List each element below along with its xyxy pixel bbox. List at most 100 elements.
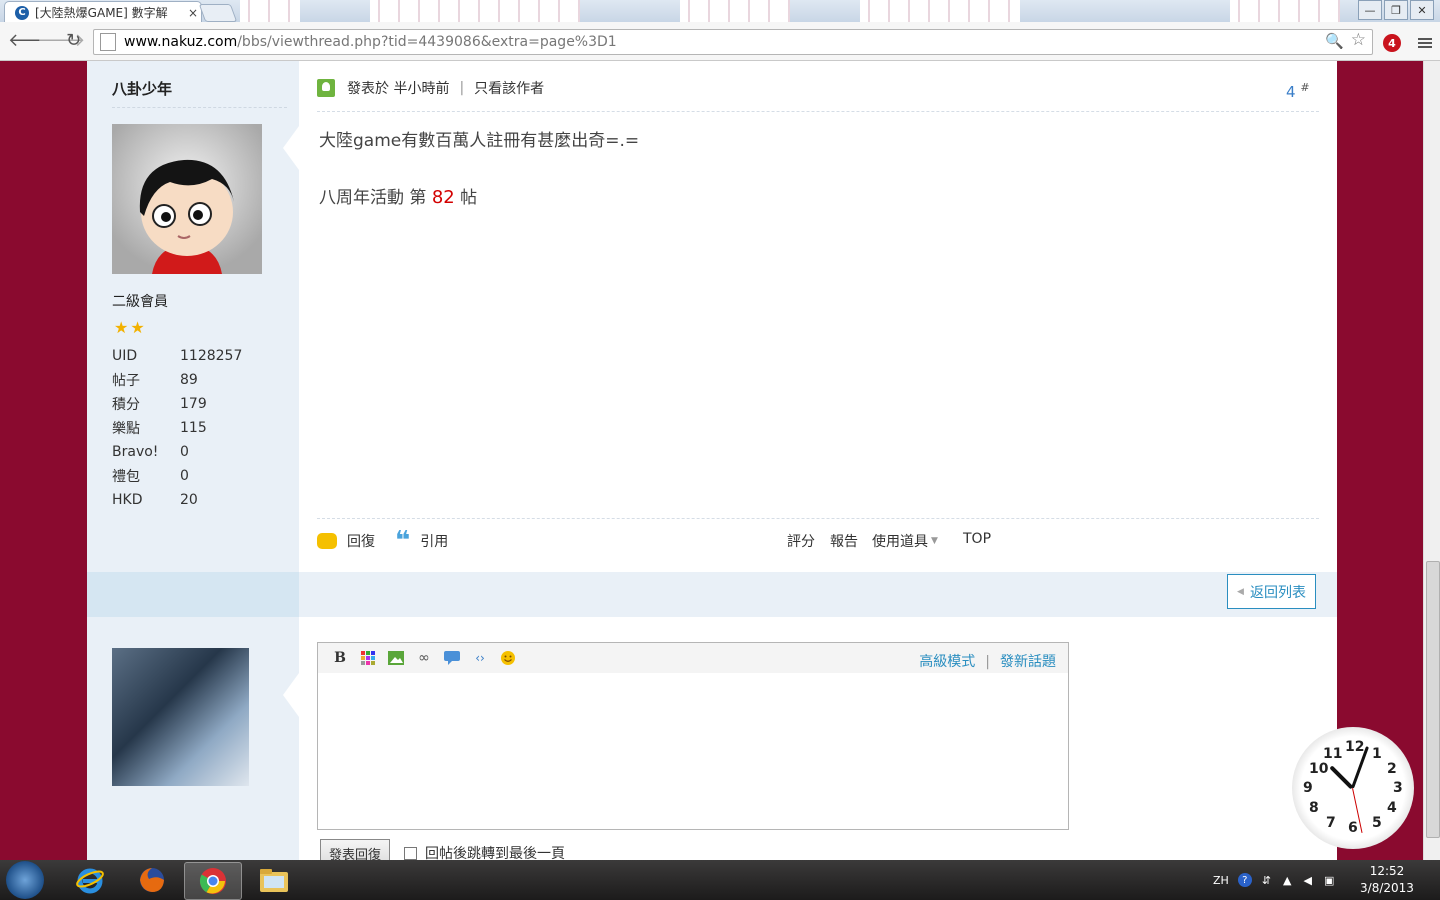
- use-tool-menu[interactable]: 使用道具 ▼: [872, 531, 938, 551]
- tab-title: [大陸熱爆GAME] 數字解: [35, 6, 168, 20]
- stat-row: HKD 20: [112, 492, 198, 508]
- code-icon[interactable]: ‹›: [468, 649, 492, 667]
- advanced-mode-link[interactable]: 高級模式: [919, 654, 975, 670]
- new-topic-link[interactable]: 發新話題: [1000, 654, 1056, 670]
- zoom-icon[interactable]: 🔍: [1325, 32, 1344, 50]
- browser-toolbar: 🡐 🡒 ↻ www.nakuz.com/bbs/viewthread.php?t…: [0, 22, 1440, 61]
- browser-tab[interactable]: C [大陸熱爆GAME] 數字解 ×: [4, 1, 202, 22]
- new-tab-button[interactable]: [198, 4, 238, 22]
- reply-button[interactable]: 回復: [317, 531, 375, 551]
- submit-row: 發表回復 回帖後跳轉到最後一頁: [320, 839, 565, 860]
- reply-bubble-icon: [317, 533, 337, 549]
- quote-block-icon[interactable]: [440, 649, 464, 667]
- quote-icon: ❝: [395, 526, 411, 556]
- chrome-menu-icon[interactable]: [1418, 36, 1432, 50]
- stat-row: 積分 179: [112, 396, 207, 413]
- system-tray: ZH ? ⇵ ▲ ◀ ▣: [1213, 860, 1334, 900]
- author-name[interactable]: 八卦少年: [112, 78, 172, 99]
- bookmark-star-icon[interactable]: ☆: [1351, 30, 1366, 50]
- window-controls: — ❐ ✕: [1358, 0, 1434, 20]
- divider: [317, 111, 1319, 112]
- minimize-icon[interactable]: —: [1358, 0, 1382, 20]
- rate-link[interactable]: 評分: [787, 531, 815, 551]
- clock-hour-hand: [1329, 765, 1354, 790]
- submit-reply-button[interactable]: 發表回復: [320, 839, 391, 860]
- author-avatar[interactable]: [112, 124, 262, 274]
- quote-button[interactable]: ❝ 引用: [395, 526, 448, 556]
- theme-decoration: [240, 0, 300, 22]
- post-actions: 回復 ❝ 引用 評分 報告 使用道具 ▼ TOP: [317, 526, 1317, 556]
- stat-row: Bravo! 0: [112, 444, 189, 460]
- band-left: [87, 572, 299, 617]
- post-body-line: 大陸game有數百萬人註冊有甚麼出奇=.=: [319, 131, 640, 151]
- image-icon[interactable]: [384, 649, 408, 667]
- page-icon: [100, 33, 116, 51]
- post-header: 發表於 半小時前 | 只看該作者: [317, 78, 544, 98]
- firefox-taskbar-icon[interactable]: [124, 862, 180, 898]
- left-arrow-icon: ◀: [1237, 586, 1244, 597]
- language-indicator[interactable]: ZH: [1213, 874, 1229, 887]
- explorer-taskbar-icon[interactable]: [246, 862, 302, 898]
- rank-stars-icon: ★★: [114, 318, 147, 337]
- browser-titlebar: C [大陸熱爆GAME] 數字解 × — ❐ ✕: [0, 0, 1440, 22]
- author-stats: UID 1128257 帖子 89 積分 179 樂點 115 Bravo! 0 禮包 0 …: [112, 344, 242, 512]
- color-icon[interactable]: [356, 649, 380, 667]
- close-window-icon[interactable]: ✕: [1410, 0, 1434, 20]
- help-icon[interactable]: ?: [1237, 873, 1252, 887]
- theme-decoration: [680, 0, 790, 22]
- reload-icon[interactable]: ↻: [66, 30, 81, 51]
- site-favicon-icon: C: [15, 5, 29, 20]
- top-link[interactable]: TOP: [963, 531, 991, 547]
- address-bar[interactable]: www.nakuz.com/bbs/viewthread.php?tid=443…: [93, 29, 1373, 55]
- theme-decoration: [370, 0, 580, 22]
- bold-icon[interactable]: B: [328, 649, 352, 667]
- page-scrollbar[interactable]: [1423, 61, 1440, 860]
- taskbar-clock[interactable]: 12:52 3/8/2013: [1352, 863, 1422, 897]
- post-content: 大陸game有數百萬人註冊有甚麼出奇=.= 八周年活動 第 82 帖: [319, 126, 639, 208]
- volume-icon[interactable]: ◀: [1304, 874, 1312, 887]
- user-rank: 二級會員: [112, 294, 168, 310]
- thread-footer-band: ◀ 返回列表: [87, 572, 1337, 617]
- start-button-icon[interactable]: [6, 861, 44, 899]
- post-floor-number[interactable]: 4 #: [1286, 81, 1310, 101]
- jump-last-label: 回帖後跳轉到最後一頁: [425, 846, 566, 860]
- link-icon[interactable]: ∞: [412, 649, 436, 667]
- ime-icon[interactable]: ⇵: [1262, 874, 1271, 887]
- smiley-icon[interactable]: [496, 649, 520, 667]
- stat-row: 樂點 115: [112, 420, 207, 437]
- dropdown-arrow-icon: ▼: [931, 536, 938, 546]
- address-url[interactable]: www.nakuz.com/bbs/viewthread.php?tid=443…: [124, 34, 617, 50]
- chrome-taskbar-icon[interactable]: [184, 862, 242, 900]
- report-link[interactable]: 報告: [830, 531, 858, 551]
- author-only-link[interactable]: 只看該作者: [474, 78, 544, 98]
- quick-reply-editor: B ∞ ‹› 高級模式 | 發新話題: [317, 642, 1069, 830]
- cartoon-avatar-icon: [112, 124, 262, 274]
- post-signature: 八周年活動 第 82 帖: [319, 187, 478, 208]
- user-icon: [317, 79, 335, 97]
- divider: [112, 107, 287, 108]
- network-icon[interactable]: ▣: [1324, 874, 1334, 887]
- post-time: 發表於 半小時前: [347, 81, 450, 97]
- stat-row: UID 1128257: [112, 348, 243, 364]
- post-pointer: [283, 126, 299, 170]
- forum-page: 八卦少年 二級會員 ★★ UID 1128257 帖子 89 積分 179 樂點 115…: [87, 61, 1337, 860]
- jump-last-checkbox[interactable]: [404, 846, 418, 860]
- extension-badge-icon[interactable]: 4: [1383, 34, 1401, 52]
- tray-expand-icon[interactable]: ▲: [1283, 874, 1291, 887]
- stat-row: 帖子 89: [112, 372, 198, 389]
- stat-row: 禮包 0: [112, 468, 189, 485]
- theme-decoration: [1230, 0, 1340, 22]
- desktop-clock-gadget: 12 1 2 3 4 5 6 7 8 9 10 11: [1292, 727, 1414, 849]
- scrollbar-thumb[interactable]: [1426, 561, 1440, 838]
- tab-close-icon[interactable]: ×: [185, 6, 201, 20]
- maximize-icon[interactable]: ❐: [1384, 0, 1408, 20]
- divider: [317, 518, 1319, 519]
- theme-decoration: [860, 0, 1020, 22]
- editor-links: 高級模式 | 發新話題: [919, 654, 1056, 670]
- windows-taskbar: ZH ? ⇵ ▲ ◀ ▣ 12:52 3/8/2013: [0, 860, 1440, 900]
- back-to-list-button[interactable]: ◀ 返回列表: [1227, 574, 1316, 609]
- reply-pointer: [283, 673, 299, 717]
- divider: |: [459, 80, 465, 96]
- my-avatar[interactable]: [112, 648, 249, 786]
- ie-taskbar-icon[interactable]: [62, 862, 118, 898]
